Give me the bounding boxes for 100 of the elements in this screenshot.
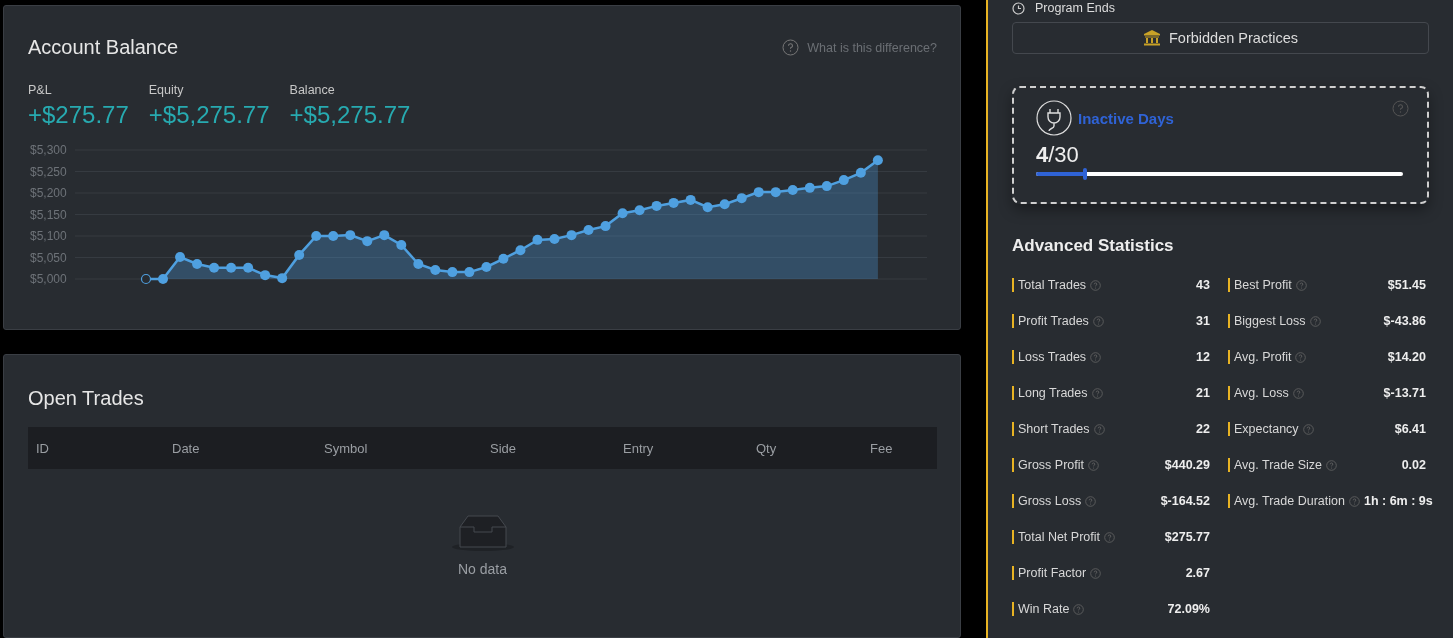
data-point <box>345 230 356 241</box>
help-icon[interactable] <box>1093 424 1105 435</box>
metric-value: +$5,275.77 <box>289 101 411 129</box>
help-icon[interactable] <box>1090 352 1102 363</box>
stat-value: 22 <box>1196 422 1210 437</box>
stat-label: Avg. Trade Duration <box>1228 494 1345 508</box>
help-icon[interactable] <box>1090 280 1102 291</box>
help-icon[interactable] <box>1309 316 1321 327</box>
stat-value: 1h : 6m : 9s <box>1363 494 1433 509</box>
y-axis-label: $5,250 <box>30 164 67 179</box>
help-icon[interactable] <box>1085 496 1097 507</box>
inactive-days-title: Inactive Days <box>1078 109 1174 127</box>
data-point <box>379 230 390 241</box>
data-point <box>651 200 662 211</box>
stat-value: 2.67 <box>1185 566 1210 581</box>
help-icon[interactable] <box>1326 460 1337 471</box>
data-point <box>140 273 152 285</box>
data-point <box>209 262 220 273</box>
data-point <box>362 236 373 247</box>
data-point <box>498 253 509 264</box>
data-point <box>753 187 764 198</box>
column-header: Fee <box>870 440 894 456</box>
stat-value: $440.29 <box>1164 458 1210 473</box>
metric-label: Equity <box>148 83 185 97</box>
data-point <box>600 221 611 232</box>
section-title: Advanced Statistics <box>1012 236 1175 256</box>
stat-label: Expectancy <box>1228 422 1299 436</box>
data-point <box>566 230 577 241</box>
stat-label: Gross Loss <box>1012 494 1082 508</box>
stat-value: $51.45 <box>1387 278 1426 293</box>
data-point <box>192 258 203 269</box>
help-icon[interactable] <box>1302 424 1314 435</box>
stat-label: Total Net Profit <box>1012 530 1100 544</box>
help-icon[interactable] <box>1092 316 1104 327</box>
data-point <box>532 234 543 245</box>
forbidden-practices-button[interactable]: Forbidden Practices <box>1012 22 1429 54</box>
data-point <box>260 270 271 281</box>
column-header: Date <box>172 440 201 456</box>
help-icon[interactable] <box>1090 568 1102 579</box>
help-icon[interactable] <box>1088 460 1099 471</box>
data-point <box>719 199 730 210</box>
program-ends-label: Program Ends <box>1035 1 1115 15</box>
stat-value: 12 <box>1196 350 1210 365</box>
stat-value: $275.77 <box>1164 530 1210 545</box>
help-icon[interactable] <box>1073 604 1085 615</box>
y-axis-label: $5,050 <box>30 250 67 265</box>
stat-label: Avg. Trade Size <box>1228 458 1322 472</box>
stat-label: Avg. Loss <box>1228 386 1289 400</box>
data-point <box>821 181 832 192</box>
data-point <box>328 231 339 241</box>
stat-value: 43 <box>1196 278 1210 293</box>
help-icon[interactable] <box>782 39 800 56</box>
help-icon[interactable] <box>1091 388 1103 399</box>
data-point <box>668 197 679 208</box>
stat-label: Short Trades <box>1012 422 1090 436</box>
help-icon[interactable] <box>1295 352 1307 363</box>
y-axis-label: $5,000 <box>30 272 67 286</box>
metric-label: Balance <box>289 83 336 97</box>
help-icon[interactable] <box>1104 532 1115 543</box>
data-point <box>430 264 441 275</box>
stat-label: Profit Factor <box>1012 566 1087 580</box>
stat-label: Loss Trades <box>1012 350 1087 364</box>
stat-value: 31 <box>1196 314 1210 329</box>
empty-message: No data <box>457 561 507 577</box>
data-point <box>175 252 186 263</box>
data-point <box>787 185 798 195</box>
y-axis-label: $5,300 <box>30 143 67 157</box>
metric-value: +$5,275.77 <box>148 101 270 129</box>
data-point <box>838 175 849 186</box>
data-point <box>481 261 492 272</box>
stat-value: $-13.71 <box>1383 386 1426 401</box>
column-header: Entry <box>623 440 655 456</box>
metric-label: P&L <box>28 83 53 97</box>
empty-tray-icon <box>451 513 514 551</box>
column-header: Side <box>490 440 518 456</box>
data-point <box>702 202 713 213</box>
data-point <box>685 194 696 205</box>
data-point <box>396 240 407 251</box>
y-axis-label: $5,200 <box>30 186 67 200</box>
stat-value: $-43.86 <box>1383 314 1426 329</box>
data-point <box>464 267 475 278</box>
data-point <box>804 182 815 193</box>
data-point <box>855 167 866 178</box>
help-icon[interactable] <box>1348 496 1360 507</box>
stat-value: $-164.52 <box>1160 494 1210 509</box>
help-icon[interactable] <box>1292 388 1304 399</box>
stat-label: Avg. Profit <box>1228 350 1292 364</box>
stat-label: Best Profit <box>1228 278 1292 292</box>
stat-value: $14.20 <box>1387 350 1426 365</box>
stat-value: 21 <box>1196 386 1210 401</box>
data-point <box>634 205 645 216</box>
data-point <box>294 249 305 260</box>
data-point <box>872 155 883 166</box>
stat-label: Long Trades <box>1012 386 1088 400</box>
data-point <box>243 262 254 273</box>
stat-label: Gross Profit <box>1012 458 1084 472</box>
metric-value: +$275.77 <box>28 101 129 129</box>
data-point <box>617 208 628 219</box>
help-icon[interactable] <box>1295 280 1307 291</box>
stat-value: $6.41 <box>1394 422 1426 437</box>
